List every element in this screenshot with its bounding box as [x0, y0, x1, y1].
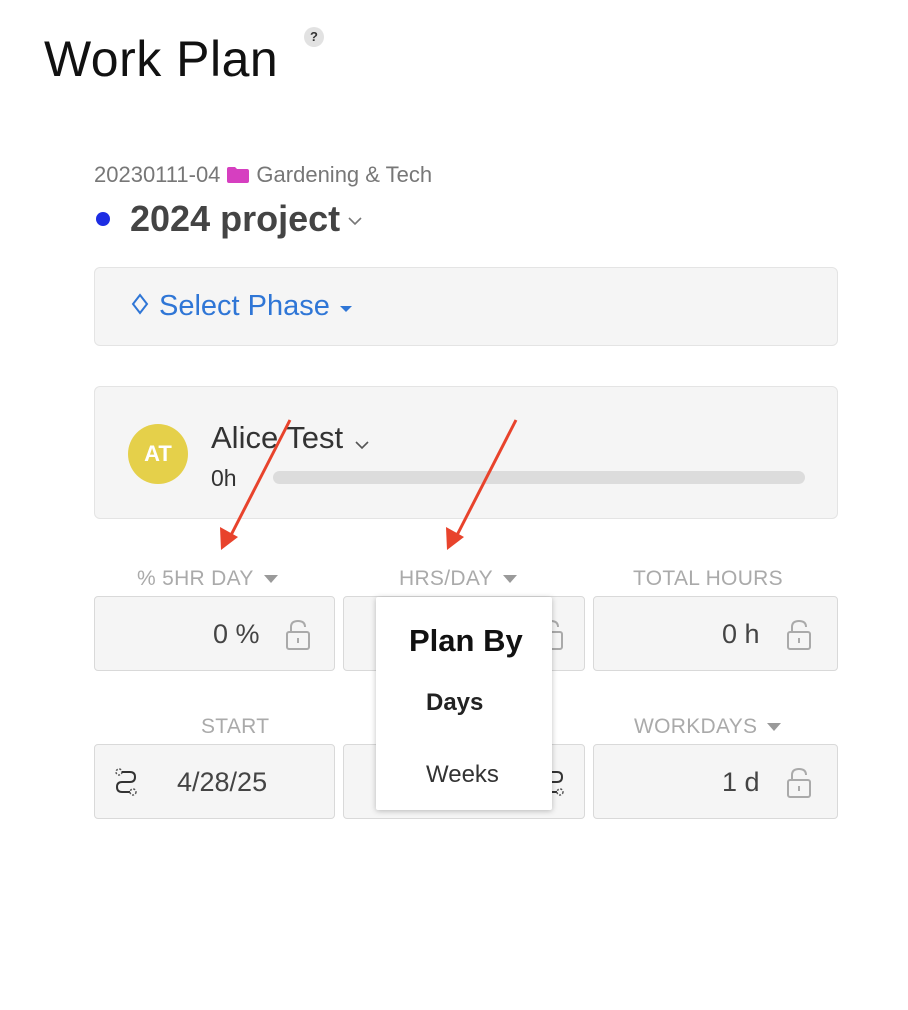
- annotation-arrow-head: [220, 527, 238, 550]
- annotation-arrows: [220, 419, 518, 550]
- annotation-arrow-head: [446, 527, 464, 550]
- annotation-arrow: [452, 419, 518, 542]
- annotation-arrow: [226, 419, 292, 542]
